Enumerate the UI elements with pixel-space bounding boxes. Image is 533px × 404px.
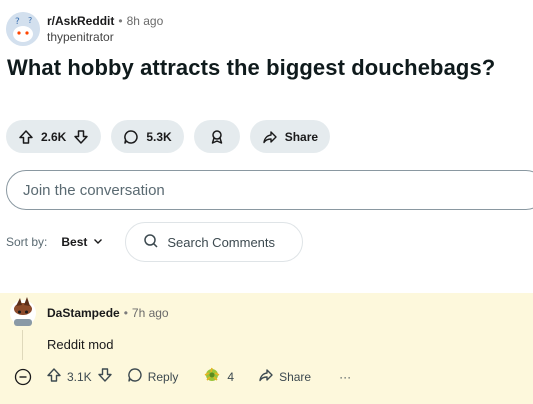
- share-icon: [262, 129, 278, 145]
- comment-actions: 3.1K Reply 4 Share ···: [14, 365, 351, 388]
- share-label: Share: [284, 129, 319, 144]
- join-conversation-input[interactable]: Join the conversation: [6, 170, 533, 210]
- award-icon: [202, 365, 222, 388]
- vote-count: 2.6K: [41, 129, 67, 144]
- share-icon: [258, 367, 274, 386]
- comment-icon: [127, 367, 143, 386]
- comment-vote: 3.1K: [46, 367, 113, 386]
- share-label: Share: [279, 369, 312, 384]
- award-icon: [209, 129, 225, 145]
- thread-line: [22, 330, 23, 360]
- sort-dropdown[interactable]: Best: [61, 235, 103, 249]
- subreddit-name[interactable]: r/AskReddit: [47, 13, 114, 29]
- collapse-icon: [14, 368, 32, 385]
- avatar[interactable]: [8, 295, 38, 327]
- award-badge[interactable]: 4: [202, 365, 234, 388]
- comment: DaStampede • 7h ago Reddit mod 3.1K Repl…: [0, 293, 533, 404]
- vote-pill: 2.6K: [6, 120, 102, 153]
- comments-button[interactable]: 5.3K: [111, 120, 184, 153]
- downvote-icon[interactable]: [73, 129, 89, 145]
- share-button[interactable]: Share: [249, 120, 331, 153]
- comment-vote-count: 3.1K: [67, 369, 92, 384]
- chevron-down-icon: [93, 235, 103, 249]
- separator-dot: •: [118, 14, 123, 28]
- search-placeholder: Search Comments: [167, 234, 276, 250]
- share-button[interactable]: Share: [258, 367, 311, 386]
- downvote-icon[interactable]: [97, 367, 113, 386]
- reply-button[interactable]: Reply: [127, 367, 179, 386]
- post-author[interactable]: thypenitrator: [47, 29, 163, 45]
- comment-author[interactable]: DaStampede: [47, 306, 120, 320]
- collapse-button[interactable]: [14, 368, 32, 386]
- search-comments-input[interactable]: Search Comments: [125, 222, 304, 262]
- reply-label: Reply: [147, 369, 179, 384]
- award-button[interactable]: [193, 120, 240, 153]
- subreddit-avatar[interactable]: ? ?: [6, 12, 40, 46]
- upvote-icon[interactable]: [46, 367, 62, 386]
- upvote-icon[interactable]: [18, 129, 34, 145]
- sort-bar: Sort by: Best Search Comments: [6, 222, 304, 262]
- comment-count: 5.3K: [146, 129, 172, 144]
- svg-text:?: ?: [15, 17, 20, 27]
- search-icon: [143, 233, 159, 252]
- post-header: ? ? r/AskReddit • 8h ago thypenitrator: [6, 12, 163, 46]
- separator-dot: •: [123, 306, 128, 320]
- comment-body: Reddit mod: [47, 337, 114, 352]
- more-options-button[interactable]: ···: [339, 370, 351, 384]
- sort-label: Sort by:: [6, 235, 48, 249]
- post-title: What hobby attracts the biggest doucheba…: [7, 55, 496, 80]
- award-count: 4: [227, 369, 235, 384]
- post-actions: 2.6K 5.3K Share: [6, 120, 331, 153]
- svg-text:?: ?: [28, 16, 32, 25]
- askreddit-icon: ? ?: [6, 12, 40, 46]
- comment-icon: [123, 129, 139, 145]
- post-time: 8h ago: [126, 14, 164, 28]
- comment-time: 7h ago: [131, 306, 169, 320]
- comment-header: DaStampede • 7h ago: [47, 306, 169, 320]
- sort-value: Best: [61, 235, 88, 249]
